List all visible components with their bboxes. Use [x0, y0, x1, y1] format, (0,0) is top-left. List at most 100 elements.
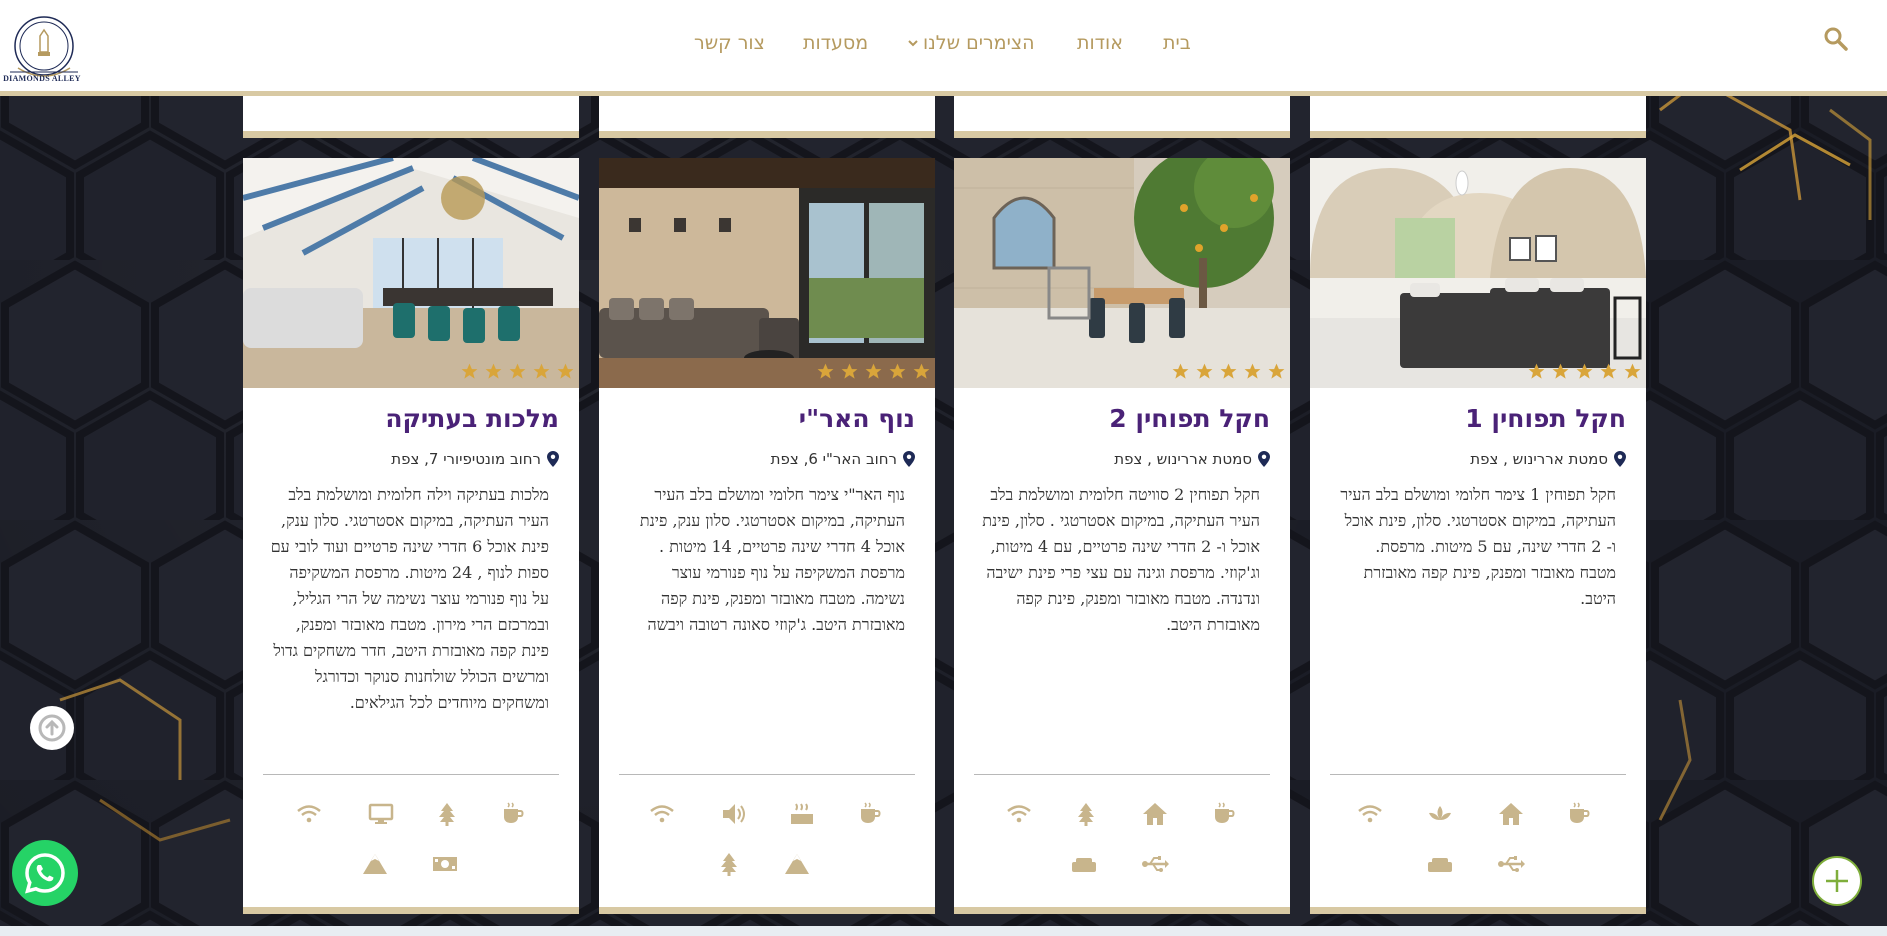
zimmer-description: מלכות בעתיקה וילה חלומית ומושלמת בלב העי…	[270, 485, 549, 712]
map-pin-icon	[903, 451, 915, 467]
home-icon	[1499, 803, 1523, 825]
nav-our-zimmers[interactable]: הצימרים שלנו	[908, 32, 1035, 54]
chevron-down-icon	[908, 40, 918, 47]
zimmer-address: סמטת אררינוש , צפת	[974, 450, 1270, 468]
star-rating	[1171, 362, 1286, 381]
zimmer-address-text: סמטת אררינוש , צפת	[1470, 450, 1608, 468]
spa-icon	[1429, 806, 1451, 820]
nav-our-zimmers-label: הצימרים שלנו	[923, 32, 1035, 54]
site-header: DIAMONDS ALLEY בית אודות הצימרים שלנו מס…	[0, 0, 1887, 96]
star-icon	[1220, 363, 1237, 379]
zimmer-description: חקל תפוחין 1 צימר חלומי ומושלם בלב העיר …	[1340, 485, 1616, 608]
wifi-icon	[1358, 805, 1382, 823]
hot-tub-icon	[791, 803, 813, 824]
mountain-icon	[363, 854, 387, 874]
zimmer-address: רחוב מונטיפיורי 7, צפת	[263, 450, 559, 468]
star-rating	[816, 362, 931, 381]
divider	[619, 774, 915, 775]
wifi-icon	[650, 805, 674, 823]
zimmer-photo[interactable]	[954, 158, 1290, 388]
nav-restaurants[interactable]: מסעדות	[803, 32, 868, 54]
scroll-to-top-button[interactable]	[30, 706, 74, 750]
zimmer-title[interactable]: מלכות בעתיקה	[263, 404, 559, 433]
zimmer-description: נוף האר"י צימר חלומי ומושלם בלב העיר העת…	[639, 485, 905, 634]
divider	[974, 774, 1270, 775]
zimmer-title[interactable]: חקל תפוחין 2	[974, 404, 1270, 433]
accessibility-plus-button[interactable]	[1812, 856, 1862, 906]
coffee-icon	[1215, 802, 1235, 823]
star-icon	[1196, 363, 1213, 379]
star-icon	[1172, 363, 1189, 379]
star-icon	[533, 363, 550, 379]
zimmer-photo[interactable]	[243, 158, 579, 388]
logo-text: DIAMONDS ALLEY	[3, 74, 81, 83]
nav-home[interactable]: בית	[1163, 32, 1191, 54]
monitor-icon	[368, 803, 394, 824]
coffee-icon	[504, 802, 524, 823]
money-icon	[433, 857, 457, 871]
star-icon	[1600, 363, 1617, 379]
zimmer-title[interactable]: נוף האר"י	[619, 404, 915, 433]
whatsapp-icon	[25, 853, 65, 894]
star-icon	[865, 363, 882, 379]
zimmer-address-text: סמטת אררינוש , צפת	[1114, 450, 1252, 468]
star-icon	[557, 363, 574, 379]
volume-icon	[723, 804, 745, 824]
zimmer-title[interactable]: חקל תפוחין 1	[1330, 404, 1626, 433]
whatsapp-button[interactable]	[12, 840, 78, 906]
wifi-icon	[297, 805, 321, 823]
plus-icon	[1826, 870, 1848, 892]
zimmer-card[interactable]: מלכות בעתיקה רחוב מונטיפיורי 7, צפת מלכו…	[243, 158, 579, 914]
nav-contact[interactable]: צור קשר	[694, 32, 765, 54]
nav-about[interactable]: אודות	[1077, 32, 1123, 54]
star-icon	[1576, 363, 1593, 379]
map-pin-icon	[1258, 451, 1270, 467]
star-icon	[1244, 363, 1261, 379]
page-bottom-strip	[0, 926, 1887, 936]
wifi-icon	[1007, 805, 1031, 823]
map-pin-icon	[1614, 451, 1626, 467]
star-icon	[1268, 363, 1285, 379]
coffee-icon	[1570, 802, 1590, 823]
star-icon	[509, 363, 526, 379]
star-rating	[1527, 362, 1642, 381]
usb-icon	[1498, 856, 1525, 872]
star-icon	[817, 363, 834, 379]
zimmer-card[interactable]: חקל תפוחין 1 סמטת אררינוש , צפת חקל תפוח…	[1310, 158, 1646, 914]
star-icon	[841, 363, 858, 379]
tree-icon	[439, 803, 455, 826]
zimmer-address: סמטת אררינוש , צפת	[1330, 450, 1626, 468]
sofa-icon	[1428, 858, 1452, 872]
usb-icon	[1142, 856, 1169, 872]
previous-card-bottom	[243, 96, 579, 138]
zimmer-photo[interactable]	[599, 158, 935, 388]
star-icon	[1624, 363, 1641, 379]
zimmer-address-text: רחוב מונטיפיורי 7, צפת	[391, 450, 541, 468]
tree-icon	[721, 853, 737, 876]
star-rating	[460, 362, 575, 381]
zimmer-card[interactable]: נוף האר"י רחוב האר"י 6, צפת נוף האר"י צי…	[599, 158, 935, 914]
zimmer-photo[interactable]	[1310, 158, 1646, 388]
star-icon	[485, 363, 502, 379]
coffee-icon	[861, 802, 881, 823]
tree-icon	[1078, 803, 1094, 826]
previous-card-bottom	[1310, 96, 1646, 138]
sofa-icon	[1072, 858, 1096, 872]
star-icon	[889, 363, 906, 379]
previous-card-bottom	[599, 96, 935, 138]
arrow-up-circle-icon	[38, 714, 66, 742]
zimmer-address: רחוב האר"י 6, צפת	[619, 450, 915, 468]
zimmer-card[interactable]: חקל תפוחין 2 סמטת אררינוש , צפת חקל תפוח…	[954, 158, 1290, 914]
home-icon	[1143, 803, 1167, 825]
star-icon	[1552, 363, 1569, 379]
star-icon	[461, 363, 478, 379]
divider	[263, 774, 559, 775]
divider	[1330, 774, 1626, 775]
previous-card-bottom	[954, 96, 1290, 138]
map-pin-icon	[547, 451, 559, 467]
mountain-icon	[785, 854, 809, 874]
zimmer-description: חקל תפוחין 2 סוויטה חלומית ומושלמת בלב ה…	[982, 485, 1260, 634]
star-icon	[1528, 363, 1545, 379]
star-icon	[913, 363, 930, 379]
search-icon[interactable]	[1823, 26, 1849, 52]
